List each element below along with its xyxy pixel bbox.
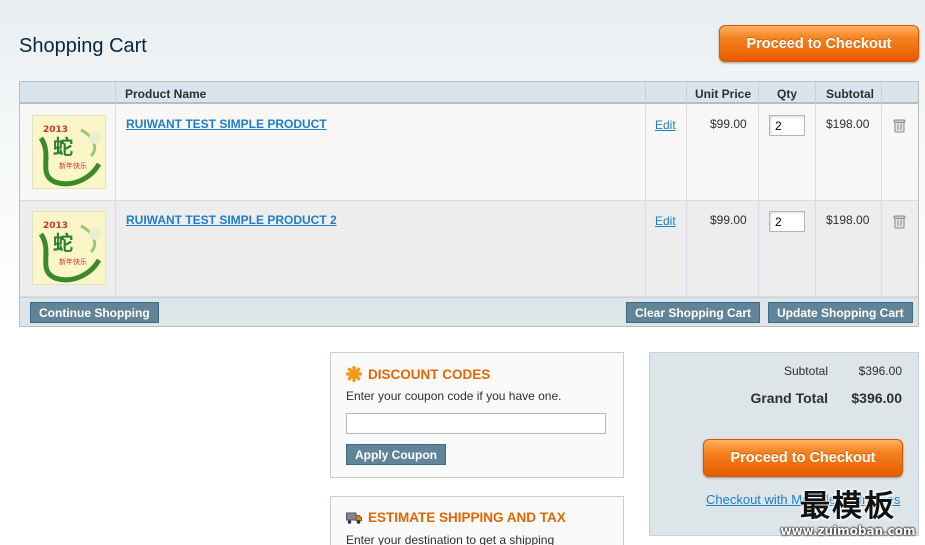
table-row: 2013 蛇 新年快乐 RUIWANT TEST SIMPLE PRODUCT … [20,105,918,201]
header-divider [686,82,687,104]
proceed-to-checkout-button-bottom[interactable]: Proceed to Checkout [703,439,903,477]
thumb-greeting: 新年快乐 [59,161,87,170]
discount-codes-heading: DISCOUNT CODES [368,366,491,382]
row-divider [645,201,646,297]
product-name-link[interactable]: RUIWANT TEST SIMPLE PRODUCT [126,117,327,131]
estimate-shipping-heading: ESTIMATE SHIPPING AND TAX [368,510,566,525]
page-title: Shopping Cart [19,35,147,57]
subtotal-label: Subtotal [783,364,828,378]
unit-price: $99.00 [710,213,747,227]
truck-icon [346,512,362,524]
apply-coupon-button[interactable]: Apply Coupon [346,444,446,465]
continue-shopping-button[interactable]: Continue Shopping [30,302,159,323]
product-image-icon: 2013 蛇 新年快乐 [33,116,105,188]
table-row: 2013 蛇 新年快乐 RUIWANT TEST SIMPLE PRODUCT … [20,201,918,297]
row-divider [115,105,116,201]
thumb-year: 2013 [43,125,68,135]
header-qty: Qty [777,87,798,101]
row-subtotal: $198.00 [826,213,870,227]
estimate-shipping-title: ESTIMATE SHIPPING AND TAX [346,510,566,525]
estimate-shipping-text: Enter your destination to get a shipping [346,533,555,545]
header-product-name: Product Name [125,87,207,101]
grand-total-value: $396.00 [851,390,902,406]
header-divider [881,82,882,104]
row-divider [758,201,759,297]
edit-link[interactable]: Edit [655,118,676,132]
watermark-en: www.zuimoban.com [780,524,916,538]
row-divider [881,201,882,297]
row-divider [686,201,687,297]
discount-codes-box: DISCOUNT CODES Enter your coupon code if… [330,352,624,478]
thumb-greeting: 新年快乐 [59,257,87,266]
update-shopping-cart-button[interactable]: Update Shopping Cart [768,302,913,323]
thumb-year: 2013 [43,221,68,231]
header-subtotal: Subtotal [826,87,874,101]
asterisk-icon [346,366,362,382]
cart-table: Product Name Unit Price Qty Subtotal 201… [19,81,919,327]
row-divider [686,105,687,201]
watermark-cn: 最模板 [800,489,896,524]
product-image-icon: 2013 蛇 新年快乐 [33,212,105,284]
row-divider [758,105,759,201]
proceed-to-checkout-button-top[interactable]: Proceed to Checkout [719,25,919,62]
product-thumbnail[interactable]: 2013 蛇 新年快乐 [32,115,106,189]
subtotal-value: $396.00 [858,364,902,378]
header-divider [815,82,816,104]
row-subtotal: $198.00 [826,117,870,131]
grand-total-label: Grand Total [750,390,828,406]
coupon-code-input[interactable] [346,413,606,434]
row-divider [881,105,882,201]
product-thumbnail[interactable]: 2013 蛇 新年快乐 [32,211,106,285]
discount-codes-title: DISCOUNT CODES [346,366,490,382]
row-divider [115,201,116,297]
cart-table-header: Product Name Unit Price Qty Subtotal [20,82,918,104]
trash-icon[interactable] [892,117,908,133]
row-divider [815,105,816,201]
thumb-main-char: 蛇 [53,135,73,159]
discount-codes-text: Enter your coupon code if you have one. [346,389,562,403]
unit-price: $99.00 [710,117,747,131]
row-divider [815,201,816,297]
product-name-link[interactable]: RUIWANT TEST SIMPLE PRODUCT 2 [126,213,337,227]
qty-input[interactable] [769,115,805,136]
edit-link[interactable]: Edit [655,214,676,228]
qty-input[interactable] [769,211,805,232]
cart-table-footer: Continue Shopping Clear Shopping Cart Up… [20,297,918,326]
header-divider [758,82,759,104]
trash-icon[interactable] [892,213,908,229]
header-divider [645,82,646,104]
header-unit-price: Unit Price [695,87,752,101]
thumb-main-char: 蛇 [53,231,73,255]
estimate-shipping-box: ESTIMATE SHIPPING AND TAX Enter your des… [330,496,624,545]
watermark: 最模板 www.zuimoban.com [771,490,925,545]
clear-shopping-cart-button[interactable]: Clear Shopping Cart [626,302,761,323]
row-divider [645,105,646,201]
header-divider [115,82,116,104]
